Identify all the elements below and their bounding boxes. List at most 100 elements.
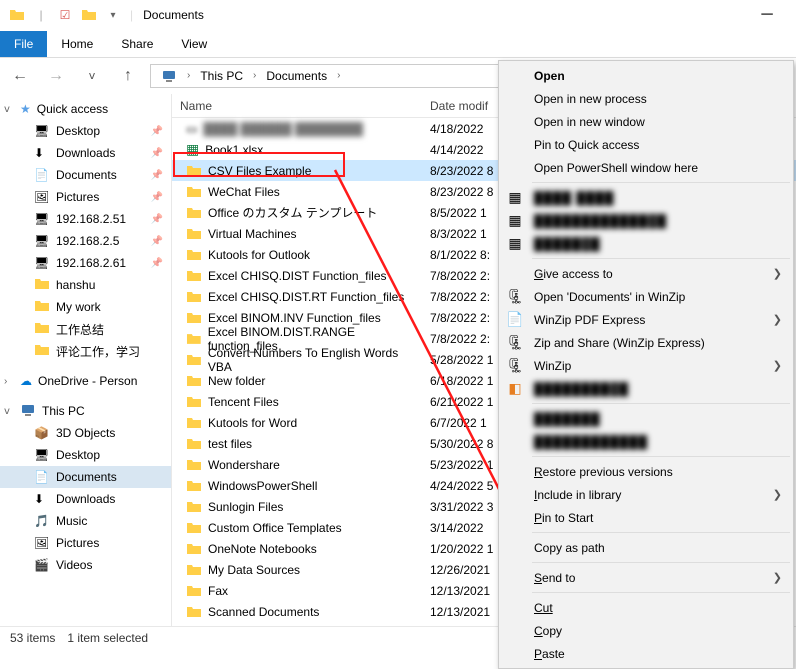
navpane-item[interactable]: 工作总结: [0, 318, 171, 340]
tab-share[interactable]: Share: [107, 31, 167, 57]
navpane-item[interactable]: 📄Documents: [0, 466, 171, 488]
ctx-zip-share[interactable]: 🗜Zip and Share (WinZip Express): [500, 331, 792, 354]
navpane-item[interactable]: 🖥Desktop: [0, 120, 171, 142]
app-icon: ▦: [506, 189, 524, 207]
ctx-label: Give access to: [534, 267, 613, 281]
navpane-item-label: Pictures: [56, 536, 99, 550]
item-icon: 🖥: [34, 256, 50, 270]
ctx-include-library[interactable]: Include in library: [500, 483, 792, 506]
file-name: Kutools for Word: [208, 416, 297, 430]
up-button[interactable]: ↑: [114, 62, 142, 90]
navpane-item[interactable]: 评论工作，学习: [0, 340, 171, 362]
properties-icon[interactable]: ☑: [54, 4, 76, 26]
separator: [532, 456, 790, 457]
breadcrumb-pc-icon[interactable]: [155, 66, 183, 86]
ctx-item-blurred[interactable]: ◧██████████: [500, 377, 792, 400]
ctx-item-blurred[interactable]: ███████: [500, 407, 792, 430]
status-item-count: 53 items: [10, 631, 55, 645]
navpane-thispc[interactable]: ⅴ This PC: [0, 400, 171, 422]
breadcrumb-thispc[interactable]: This PC: [194, 67, 249, 85]
ctx-item-blurred[interactable]: ████████████: [500, 430, 792, 453]
navpane-item[interactable]: 🎬Videos: [0, 554, 171, 576]
ctx-paste[interactable]: Paste: [500, 642, 792, 665]
ctx-open[interactable]: Open: [500, 64, 792, 87]
item-icon: 🖥: [34, 448, 50, 462]
navigation-pane[interactable]: ⅴ ★ Quick access 🖥Desktop⬇Downloads📄Docu…: [0, 94, 172, 626]
navpane-item[interactable]: My work: [0, 296, 171, 318]
navpane-item[interactable]: 📄Documents: [0, 164, 171, 186]
ctx-label: Cut: [534, 601, 553, 615]
file-icon: ▭: [186, 122, 197, 136]
navpane-item[interactable]: 🖥Desktop: [0, 444, 171, 466]
chevron-right-icon[interactable]: ›: [335, 70, 342, 81]
breadcrumb-documents[interactable]: Documents: [260, 67, 333, 85]
window-title: Documents: [143, 8, 204, 22]
navpane-item[interactable]: 🎵Music: [0, 510, 171, 532]
chevron-right-icon[interactable]: ›: [4, 376, 7, 387]
forward-button[interactable]: →: [42, 62, 70, 90]
folder-icon: [186, 289, 202, 305]
recent-locations-dropdown[interactable]: ⅴ: [78, 62, 106, 90]
ctx-pin-quick-access[interactable]: Pin to Quick access: [500, 133, 792, 156]
ctx-label: ████ ████: [534, 191, 614, 205]
ctx-open-winzip[interactable]: 🗜Open 'Documents' in WinZip: [500, 285, 792, 308]
file-name: Wondershare: [208, 458, 280, 472]
navpane-item[interactable]: ⬇Downloads: [0, 488, 171, 510]
file-name: Custom Office Templates: [208, 521, 342, 535]
navpane-item[interactable]: 🖥192.168.2.51: [0, 208, 171, 230]
ctx-restore-versions[interactable]: Restore previous versions: [500, 460, 792, 483]
ctx-label: Restore previous versions: [534, 465, 673, 479]
ctx-give-access-to[interactable]: Give access to: [500, 262, 792, 285]
qat-dropdown-icon[interactable]: ▾: [102, 4, 124, 26]
folder-icon: [186, 520, 202, 536]
ctx-send-to[interactable]: Send to: [500, 566, 792, 589]
chevron-right-icon[interactable]: ›: [251, 70, 258, 81]
ctx-item-blurred[interactable]: ▦ ████ ████: [500, 186, 792, 209]
navpane-item[interactable]: 🖼Pictures: [0, 186, 171, 208]
minimize-button[interactable]: ─: [744, 0, 790, 30]
column-name[interactable]: Name: [172, 99, 424, 113]
ctx-copy[interactable]: Copy: [500, 619, 792, 642]
back-button[interactable]: ←: [6, 62, 34, 90]
item-icon: [34, 342, 50, 361]
ctx-item-blurred[interactable]: ▦██████████████: [500, 209, 792, 232]
ctx-item-blurred[interactable]: ▦███████: [500, 232, 792, 255]
ctx-open-new-window[interactable]: Open in new window: [500, 110, 792, 133]
file-name: Sunlogin Files: [208, 500, 283, 514]
chevron-down-icon[interactable]: ⅴ: [4, 104, 10, 115]
navpane-quick-access[interactable]: ⅴ ★ Quick access: [0, 98, 171, 120]
tab-view[interactable]: View: [167, 31, 221, 57]
tab-home[interactable]: Home: [47, 31, 107, 57]
chevron-right-icon[interactable]: ›: [185, 70, 192, 81]
ctx-open-new-process[interactable]: Open in new process: [500, 87, 792, 110]
ctx-label: Open in new window: [534, 115, 645, 129]
file-name: Office のカスタム テンプレート: [208, 204, 377, 221]
file-name: My Data Sources: [208, 563, 300, 577]
ctx-open-powershell[interactable]: Open PowerShell window here: [500, 156, 792, 179]
navpane-item[interactable]: 📦3D Objects: [0, 422, 171, 444]
ctx-copy-as-path[interactable]: Copy as path: [500, 536, 792, 559]
navpane-item[interactable]: hanshu: [0, 274, 171, 296]
folder-icon: [186, 562, 202, 578]
winzip-icon: 🗜: [506, 288, 524, 306]
navpane-item[interactable]: 🖥192.168.2.5: [0, 230, 171, 252]
navpane-item[interactable]: ⬇Downloads: [0, 142, 171, 164]
ctx-pin-start[interactable]: Pin to Start: [500, 506, 792, 529]
separator: [532, 182, 790, 183]
navpane-item[interactable]: 🖼Pictures: [0, 532, 171, 554]
navpane-item[interactable]: 🖥192.168.2.61: [0, 252, 171, 274]
ctx-label: ██████████████: [534, 214, 667, 228]
chevron-down-icon[interactable]: ⅴ: [4, 406, 10, 417]
folder-icon: [186, 163, 202, 179]
ctx-cut[interactable]: Cut: [500, 596, 792, 619]
file-name: WeChat Files: [208, 185, 280, 199]
window-controls: ─: [744, 0, 790, 30]
ctx-winzip[interactable]: 🗜WinZip: [500, 354, 792, 377]
ctx-winzip-pdf[interactable]: 📄WinZip PDF Express: [500, 308, 792, 331]
navpane-quick-access-label: Quick access: [37, 102, 108, 116]
file-name: Virtual Machines: [208, 227, 297, 241]
folder-icon: [186, 373, 202, 389]
navpane-onedrive[interactable]: › ☁ OneDrive - Person: [0, 370, 171, 392]
tab-file[interactable]: File: [0, 31, 47, 57]
folder-icon: [186, 184, 202, 200]
